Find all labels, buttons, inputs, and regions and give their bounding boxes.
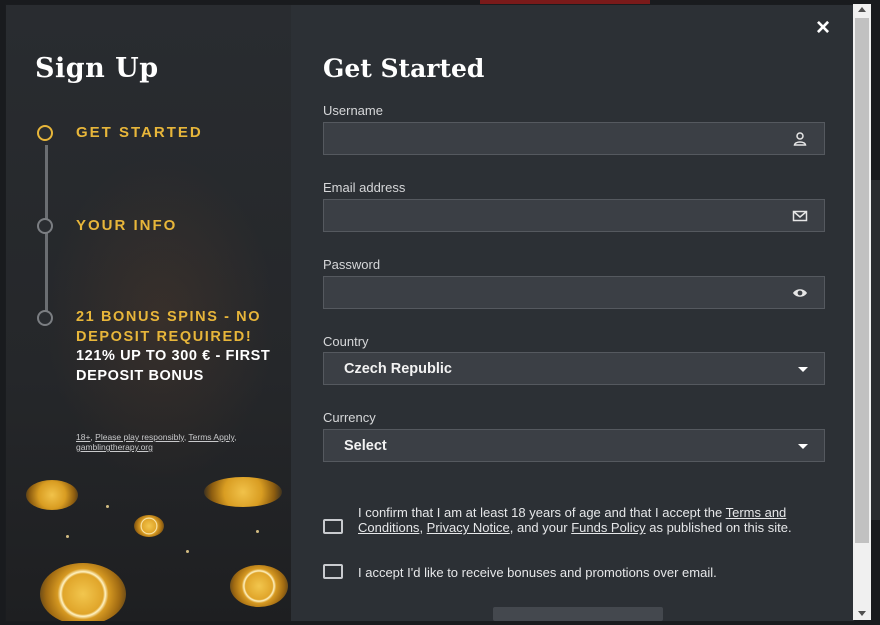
bonus-free-spins: 21 BONUS SPINS - NO DEPOSIT REQUIRED! — [76, 309, 262, 345]
marketing-consent-checkbox[interactable] — [323, 564, 343, 579]
chip-image — [40, 563, 126, 621]
form-title: Get Started — [323, 54, 485, 83]
sparkle — [106, 505, 109, 508]
consent-text: as published on this site. — [645, 520, 792, 535]
casino-chips-illustration — [6, 475, 291, 621]
password-input[interactable] — [336, 277, 776, 308]
chip-image — [134, 515, 164, 537]
email-input[interactable] — [336, 200, 776, 231]
chevron-down-icon — [798, 367, 808, 372]
terms-apply-link[interactable]: Terms Apply — [188, 432, 234, 442]
user-icon — [793, 132, 807, 146]
step-marker-bonus — [37, 310, 53, 326]
marketing-consent-text: I accept I'd like to receive bonuses and… — [358, 565, 717, 580]
currency-select[interactable]: Select — [323, 429, 825, 462]
signup-form: Get Started Username Email address Passw… — [323, 5, 843, 621]
gambling-therapy-link[interactable]: gamblingtherapy.org — [76, 442, 153, 452]
password-label: Password — [323, 257, 381, 272]
username-field[interactable] — [323, 122, 825, 155]
submit-button-partial[interactable] — [493, 607, 663, 621]
scroll-down-icon[interactable] — [858, 611, 866, 616]
username-input[interactable] — [336, 123, 776, 154]
chevron-down-icon — [798, 444, 808, 449]
step-marker-get-started — [37, 125, 53, 141]
country-selected-value: Czech Republic — [344, 361, 452, 377]
sparkle — [66, 535, 69, 538]
country-label: Country — [323, 334, 369, 349]
separator: , — [419, 520, 427, 535]
signup-sidebar: Sign Up GET STARTED YOUR INFO 21 BONUS S… — [6, 5, 291, 621]
responsible-gambling-note: 18+, Please play responsibly, Terms Appl… — [76, 432, 276, 452]
scrollbar[interactable] — [853, 4, 871, 620]
funds-policy-link[interactable]: Funds Policy — [571, 520, 645, 535]
scroll-up-icon[interactable] — [858, 7, 866, 12]
bonus-offer: 21 BONUS SPINS - NO DEPOSIT REQUIRED! 12… — [76, 308, 276, 386]
close-icon[interactable]: × — [812, 16, 834, 40]
bonus-first-deposit: 121% UP TO 300 € - FIRST DEPOSIT BONUS — [76, 348, 271, 384]
consent-text: , and your — [509, 520, 572, 535]
password-field[interactable] — [323, 276, 825, 309]
privacy-notice-link[interactable]: Privacy Notice — [427, 520, 510, 535]
sparkle — [186, 550, 189, 553]
country-select[interactable]: Czech Republic — [323, 352, 825, 385]
age-terms-checkbox[interactable] — [323, 519, 343, 534]
step-label-get-started: GET STARTED — [76, 124, 203, 141]
separator: , — [234, 432, 237, 442]
step-label-your-info: YOUR INFO — [76, 217, 178, 234]
eye-icon[interactable] — [792, 285, 808, 301]
scrollbar-thumb[interactable] — [855, 18, 869, 543]
envelope-icon — [792, 210, 808, 222]
currency-label: Currency — [323, 410, 376, 425]
age-link[interactable]: 18+ — [76, 432, 90, 442]
step-marker-your-info — [37, 218, 53, 234]
sparkle — [256, 530, 259, 533]
chip-image — [204, 477, 282, 507]
currency-selected-value: Select — [344, 438, 387, 454]
play-responsibly-link[interactable]: Please play responsibly — [95, 432, 184, 442]
chip-image — [230, 565, 288, 607]
consent-text: I confirm that I am at least 18 years of… — [358, 505, 726, 520]
signup-modal: Sign Up GET STARTED YOUR INFO 21 BONUS S… — [5, 4, 855, 622]
email-field[interactable] — [323, 199, 825, 232]
email-label: Email address — [323, 180, 406, 195]
username-label: Username — [323, 103, 383, 118]
age-terms-text: I confirm that I am at least 18 years of… — [358, 505, 828, 535]
signup-title: Sign Up — [35, 53, 159, 84]
chip-image — [26, 480, 78, 510]
